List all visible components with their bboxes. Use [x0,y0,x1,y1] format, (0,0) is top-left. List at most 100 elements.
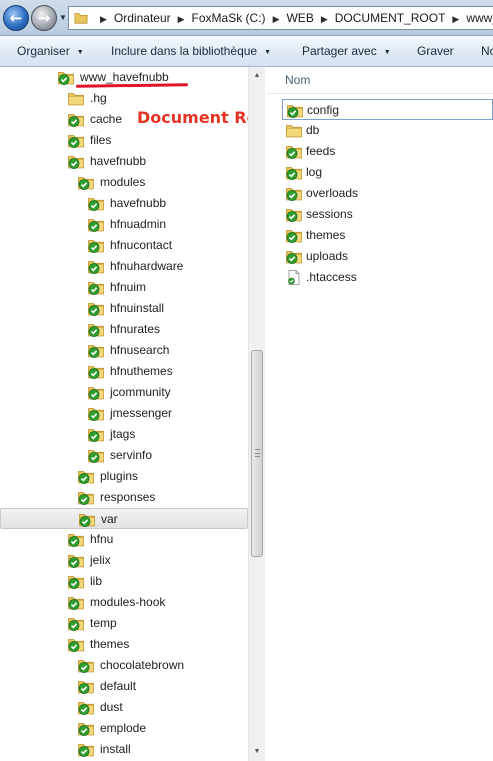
tree-item[interactable]: chocolatebrown [0,655,248,676]
breadcrumb-item[interactable]: DOCUMENT_ROOT [335,11,446,25]
chevron-down-icon: ▼ [264,49,272,56]
synced-folder-icon [88,322,104,337]
tree-item[interactable]: hfnuhardware [0,256,248,277]
file-list-item[interactable]: feeds [282,141,493,162]
tree-item[interactable]: dust [0,697,248,718]
tree-item-label: hfnuim [110,280,147,294]
forward-arrow-icon: → [37,9,51,27]
tree-item-label: jelix [90,553,111,567]
burn-button[interactable]: Graver [417,36,454,66]
file-list-item[interactable]: config [282,99,493,120]
tree-item[interactable]: responses [0,487,248,508]
navigation-pane[interactable]: www_havefnubb .hg cache files havefnubb modul… [0,67,265,761]
breadcrumb-sep-icon[interactable]: ▶ [314,14,335,24]
tree-item[interactable]: hfnurates [0,319,248,340]
tree-item-label: havefnubb [90,154,147,168]
tree-item[interactable]: plugins [0,466,248,487]
tree-item[interactable]: default [0,676,248,697]
tree-item[interactable]: hfnu [0,529,248,550]
tree-item[interactable]: files [0,130,248,151]
include-in-library-button[interactable]: Inclure dans la bibliothèque ▼ [111,36,271,69]
synced-folder-icon [88,196,104,211]
address-box[interactable]: ▶ Ordinateur ▶ FoxMaSk (C:) ▶ WEB ▶ DOCUMENT_RO… [68,6,493,30]
synced-folder-icon [68,532,84,547]
tree-item-label: modules-hook [90,595,166,609]
scrollbar-thumb[interactable] [251,350,263,557]
synced-folder-icon [68,595,84,610]
file-list-item[interactable]: db [282,120,493,141]
tree-item-label: modules [100,175,146,189]
new-folder-button[interactable]: No [481,36,493,66]
forward-button[interactable]: → [31,5,57,31]
tree-item[interactable]: hfnuadmin [0,214,248,235]
file-name: .htaccess [306,270,357,284]
tree-item[interactable]: emplode [0,718,248,739]
scroll-down-icon[interactable]: ▼ [249,744,265,760]
tree-item[interactable]: install [0,739,248,760]
scroll-up-icon[interactable]: ▲ [249,68,265,84]
tree-item[interactable]: hfnuinstall [0,298,248,319]
file-list-item[interactable]: uploads [282,246,493,267]
tree-item[interactable]: jcommunity [0,382,248,403]
command-toolbar: Organiser ▼ Inclure dans la bibliothèque ▼… [0,36,493,67]
tree-item[interactable]: havefnubb [0,193,248,214]
tree-item[interactable]: lib [0,571,248,592]
breadcrumb-item[interactable]: Ordinateur [114,11,171,25]
tree-item-label: lib [90,574,103,588]
recent-pages-dropdown-icon[interactable]: ▼ [59,13,67,22]
file-list-item[interactable]: .htaccess [282,267,493,288]
tree-item[interactable]: modules [0,172,248,193]
tree-item[interactable]: temp [0,613,248,634]
synced-folder-icon [88,217,104,232]
breadcrumb-sep-icon[interactable]: ▶ [266,14,287,24]
tree-item-label: hfnurates [110,322,161,336]
share-with-button[interactable]: Partager avec ▼ [302,36,391,69]
tree-item[interactable]: havefnubb [0,151,248,172]
tree-item[interactable]: jmessenger [0,403,248,424]
tree-item[interactable]: .hg [0,88,248,109]
synced-folder-icon [68,637,84,652]
navigation-scrollbar[interactable]: ▲ ▼ [248,67,265,761]
tree-item[interactable]: hfnuthemes [0,361,248,382]
synced-folder-icon [286,228,302,243]
tree-item[interactable]: hfnucontact [0,235,248,256]
breadcrumb-item[interactable]: www_h [466,11,493,25]
content-pane[interactable]: Nom config db feeds log overloads sessions the… [266,67,493,761]
tree-item-label: cache [90,112,123,126]
tree-item-label: hfnuhardware [110,259,184,273]
column-header-name[interactable]: Nom [266,67,493,94]
synced-folder-icon [78,742,94,757]
breadcrumb-item[interactable]: FoxMaSk (C:) [192,11,266,25]
organize-button[interactable]: Organiser ▼ [17,36,84,69]
tree-item[interactable]: hfnusearch [0,340,248,361]
tree-item-label: files [90,133,112,147]
breadcrumb: ▶ Ordinateur ▶ FoxMaSk (C:) ▶ WEB ▶ DOCUMENT_RO… [93,7,493,29]
breadcrumb-item[interactable]: WEB [286,11,313,25]
tree-item-label: hfnusearch [110,343,170,357]
tree-item[interactable]: jelix [0,550,248,571]
synced-folder-icon [78,490,94,505]
tree-item[interactable]: var [0,508,248,529]
tree-item[interactable]: jtags [0,424,248,445]
file-list-item[interactable]: sessions [282,204,493,225]
tree-item[interactable]: hfnuim [0,277,248,298]
column-header-label: Nom [285,73,311,87]
synced-folder-icon [68,112,84,127]
file-list-item[interactable]: log [282,162,493,183]
file-list-item[interactable]: overloads [282,183,493,204]
breadcrumb-sep-icon[interactable]: ▶ [445,14,466,24]
back-button[interactable]: ← [3,5,29,31]
file-name: sessions [306,207,353,221]
tree-item[interactable]: servinfo [0,445,248,466]
synced-folder-icon [286,207,302,222]
file-name: config [307,103,340,117]
tree-item[interactable]: themes [0,634,248,655]
breadcrumb-sep-icon[interactable]: ▶ [93,14,114,24]
synced-folder-icon [78,175,94,190]
synced-folder-icon [286,186,302,201]
file-list-item[interactable]: themes [282,225,493,246]
breadcrumb-sep-icon[interactable]: ▶ [171,14,192,24]
synced-folder-icon [88,427,104,442]
new-label: No [481,44,493,58]
tree-item[interactable]: modules-hook [0,592,248,613]
